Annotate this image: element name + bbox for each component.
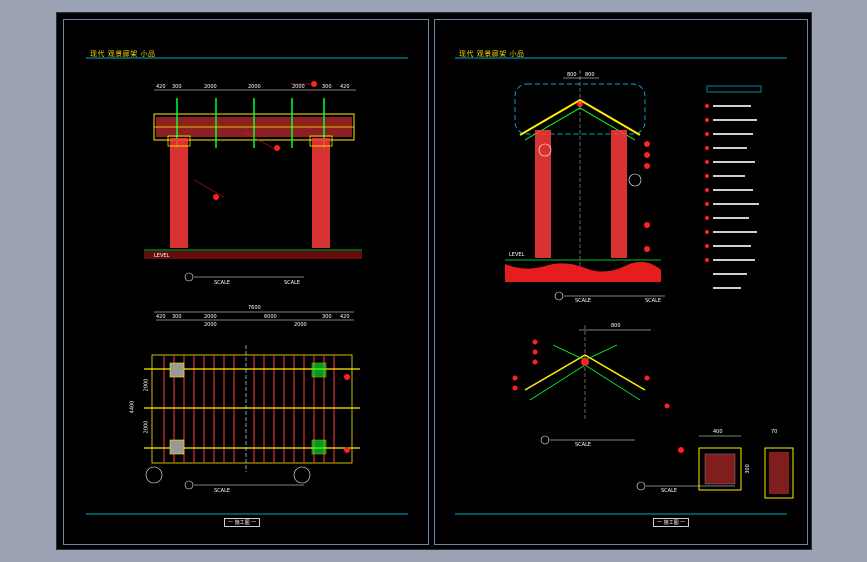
plan-dim-3: 2000 bbox=[204, 314, 217, 320]
plan-left-dim-1: 4400 bbox=[129, 400, 136, 414]
elev-level-label: LEVEL bbox=[154, 253, 170, 259]
plan-left-dim-3: 2000 bbox=[143, 420, 150, 434]
drawing-canvas: 现代 观景廊架 小品 420 300 2000 2000 2000 300 42… bbox=[56, 12, 812, 550]
plan-sub-dim-1: 2000 bbox=[204, 322, 217, 328]
section-scale-label-2: SCALE bbox=[645, 298, 662, 304]
plan-sub-dim-2: 2000 bbox=[294, 322, 307, 328]
elev-dim-4: 2000 bbox=[248, 84, 261, 90]
elev-dim-3: 2000 bbox=[204, 84, 217, 90]
elev-dim-2: 300 bbox=[172, 84, 182, 90]
left-drawing-sheet: 现代 观景廊架 小品 420 300 2000 2000 2000 300 42… bbox=[63, 19, 429, 545]
section-scale-label: SCALE bbox=[575, 298, 592, 304]
plan-dim-4: 6000 bbox=[264, 314, 277, 320]
post-dim-width: 400 bbox=[713, 429, 723, 435]
plan-left-dim-2: 2000 bbox=[143, 378, 150, 392]
plan-scale-label: SCALE bbox=[214, 488, 231, 494]
ridge-detail-dim: 800 bbox=[611, 323, 621, 329]
left-sheet-footer: 一 施工图 一 bbox=[224, 518, 261, 527]
elev-scale-label: SCALE bbox=[214, 280, 231, 286]
section-dim-2: 800 bbox=[585, 72, 595, 78]
section-dim-1: 800 bbox=[567, 72, 577, 78]
post-scale-label: SCALE bbox=[661, 488, 678, 494]
elev-dim-1: 420 bbox=[156, 84, 166, 90]
left-sheet-graphics bbox=[86, 57, 408, 515]
right-sheet-graphics bbox=[455, 57, 794, 515]
elev-scale-label-2: SCALE bbox=[284, 280, 301, 286]
right-drawing-sheet: 现代 观景廊架 小品 800 800 LEVEL SCALE SCALE 800… bbox=[434, 19, 808, 545]
right-sheet-footer: 一 施工图 一 bbox=[653, 518, 690, 527]
plan-dim-1: 420 bbox=[156, 314, 166, 320]
elev-dim-5: 2000 bbox=[292, 84, 305, 90]
section-level-label: LEVEL bbox=[509, 252, 525, 258]
plan-dim-2: 300 bbox=[172, 314, 182, 320]
plan-dim-6: 420 bbox=[340, 314, 350, 320]
plan-dim-5: 300 bbox=[322, 314, 332, 320]
elev-dim-7: 420 bbox=[340, 84, 350, 90]
elev-dim-6: 300 bbox=[322, 84, 332, 90]
ridge-detail-scale-label: SCALE bbox=[575, 442, 592, 448]
post-dim-height: 300 bbox=[744, 464, 751, 474]
post-dim-side: 70 bbox=[771, 429, 778, 435]
plan-total-dim: 7600 bbox=[248, 305, 261, 311]
